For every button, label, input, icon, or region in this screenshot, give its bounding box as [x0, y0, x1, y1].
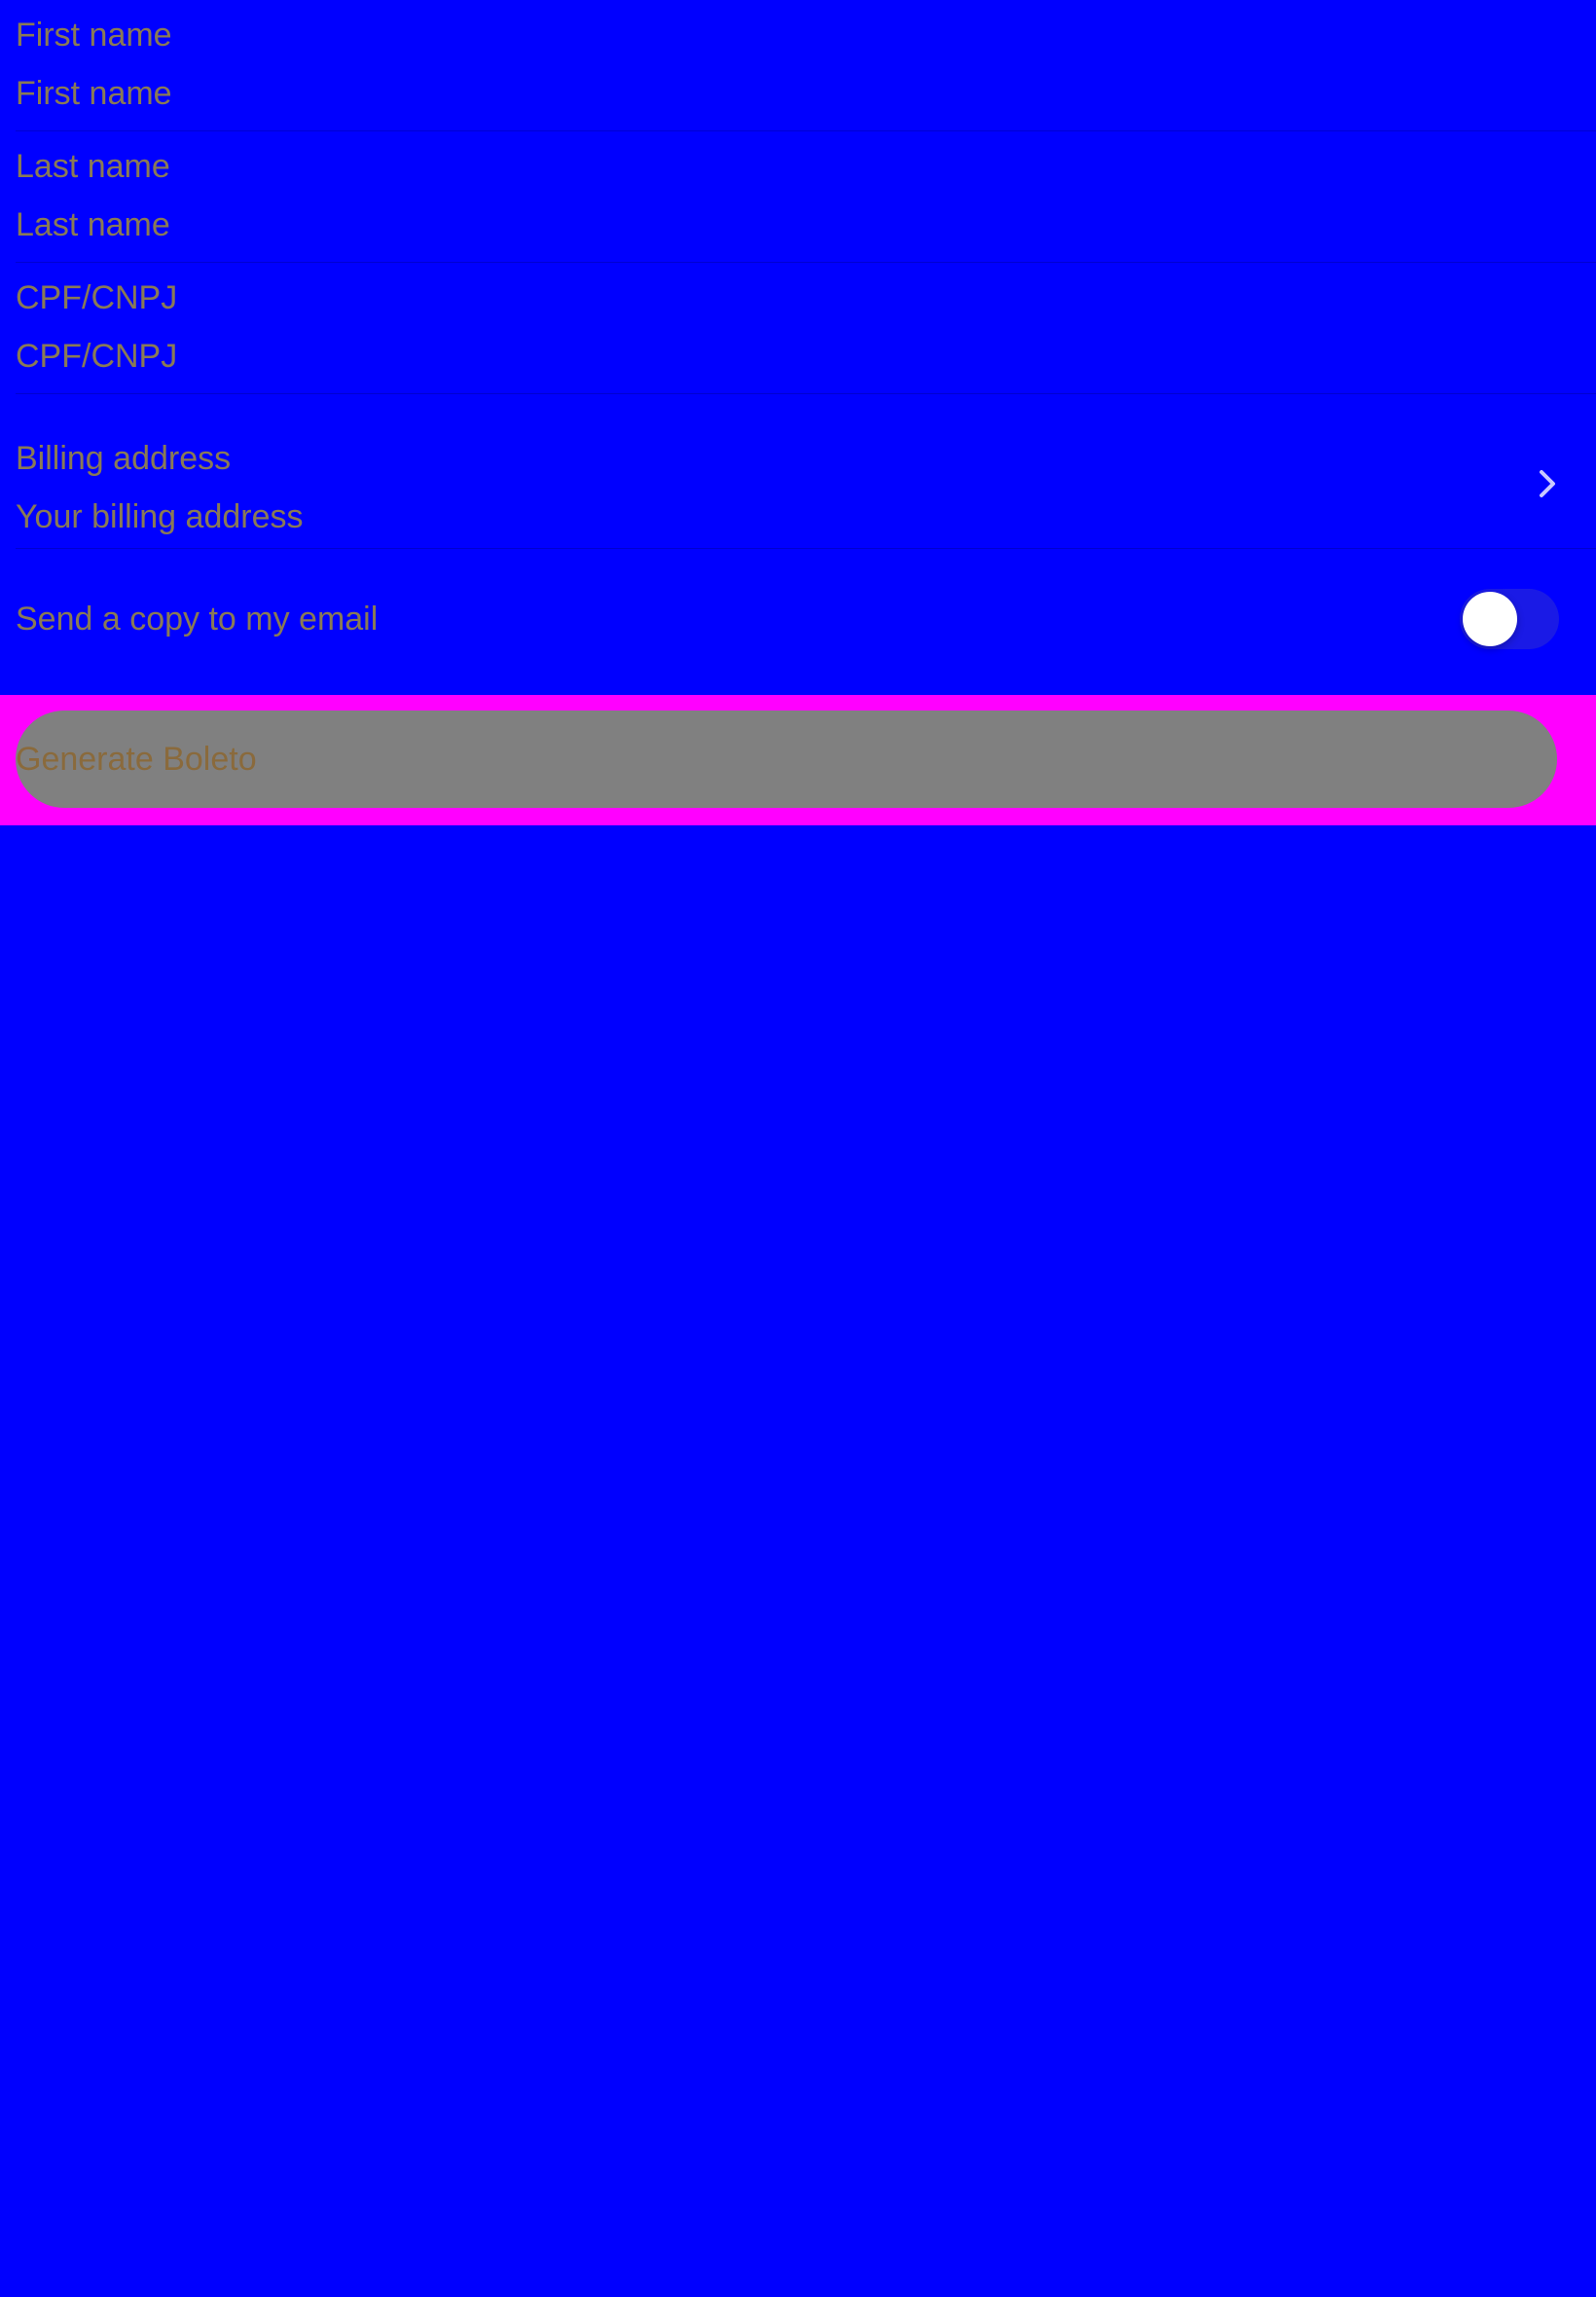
billing-address-label: Billing address [16, 440, 232, 477]
send-copy-email-toggle[interactable] [1460, 589, 1559, 649]
last-name-field: Last name [16, 131, 1596, 263]
last-name-input[interactable] [16, 203, 1534, 246]
boleto-form-page: First name Last name CPF/CNPJ Billing ad… [0, 0, 1596, 2297]
send-copy-email-row: Send a copy to my email [16, 563, 1596, 675]
toggle-knob [1463, 592, 1517, 646]
first-name-field: First name [16, 0, 1596, 131]
generate-boleto-label: Generate Boleto [16, 741, 257, 778]
action-bar: Generate Boleto [0, 695, 1596, 825]
cpf-cnpj-label: CPF/CNPJ [16, 279, 178, 316]
first-name-label: First name [16, 17, 172, 54]
billing-address-row[interactable]: Billing address Your billing address [16, 419, 1596, 549]
billing-address-value: Your billing address [16, 498, 304, 535]
last-name-label: Last name [16, 148, 170, 185]
chevron-right-icon [1540, 470, 1555, 497]
first-name-input[interactable] [16, 72, 1534, 115]
send-copy-email-label: Send a copy to my email [16, 601, 379, 638]
generate-boleto-button[interactable]: Generate Boleto [16, 711, 1557, 808]
cpf-cnpj-field: CPF/CNPJ [16, 263, 1596, 394]
cpf-cnpj-input[interactable] [16, 335, 1534, 378]
